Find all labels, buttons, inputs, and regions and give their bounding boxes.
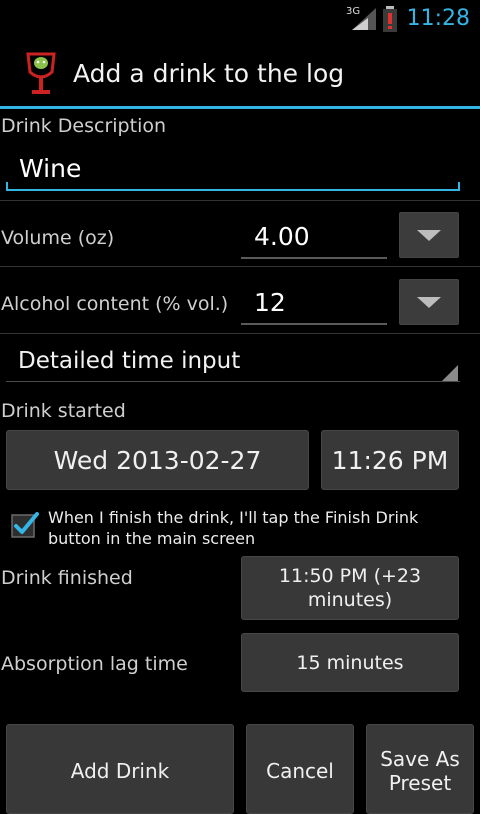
description-label: Drink Description xyxy=(1,115,167,137)
finish-checkbox-label: When I finish the drink, I'll tap the Fi… xyxy=(48,508,419,548)
alcohol-dropdown-button[interactable] xyxy=(399,279,459,325)
description-underline xyxy=(6,189,460,191)
finish-time-button[interactable]: 11:50 PM (+23 minutes) xyxy=(241,556,459,620)
page-title: Add a drink to the log xyxy=(73,59,345,88)
spinner-underline xyxy=(6,381,460,382)
signal-icon xyxy=(352,8,376,30)
absorption-button[interactable]: 15 minutes xyxy=(241,633,459,692)
chevron-down-icon xyxy=(417,230,441,241)
volume-dropdown-button[interactable] xyxy=(399,212,459,258)
save-preset-button[interactable]: Save As Preset xyxy=(366,724,474,814)
spinner-corner-icon xyxy=(442,365,458,381)
drink-started-label: Drink started xyxy=(1,400,126,422)
divider xyxy=(0,333,480,334)
description-underline-right-tick xyxy=(458,182,460,191)
app-logo-icon[interactable] xyxy=(24,50,58,98)
time-mode-value: Detailed time input xyxy=(18,348,241,374)
alcohol-underline xyxy=(241,323,387,325)
absorption-label: Absorption lag time xyxy=(1,653,188,675)
time-mode-spinner[interactable]: Detailed time input xyxy=(6,340,460,384)
volume-label: Volume (oz) xyxy=(1,227,115,249)
divider xyxy=(0,266,480,267)
alcohol-input[interactable]: 12 xyxy=(254,288,286,317)
cancel-button[interactable]: Cancel xyxy=(246,724,354,814)
finish-checkbox[interactable] xyxy=(11,510,39,538)
description-input[interactable]: Wine xyxy=(19,154,81,183)
battery-icon xyxy=(383,6,397,32)
chevron-down-icon xyxy=(417,297,441,308)
status-clock: 11:28 xyxy=(406,6,470,31)
drink-finished-label: Drink finished xyxy=(1,567,133,589)
volume-underline xyxy=(241,257,387,259)
action-bar-divider xyxy=(0,106,480,109)
volume-input[interactable]: 4.00 xyxy=(254,222,310,251)
description-underline-left-tick xyxy=(6,182,8,191)
add-drink-button[interactable]: Add Drink xyxy=(6,724,234,814)
alcohol-label: Alcohol content (% vol.) xyxy=(1,293,229,315)
divider xyxy=(0,200,480,201)
start-date-button[interactable]: Wed 2013-02-27 xyxy=(6,430,309,490)
start-time-button[interactable]: 11:26 PM xyxy=(321,430,459,490)
